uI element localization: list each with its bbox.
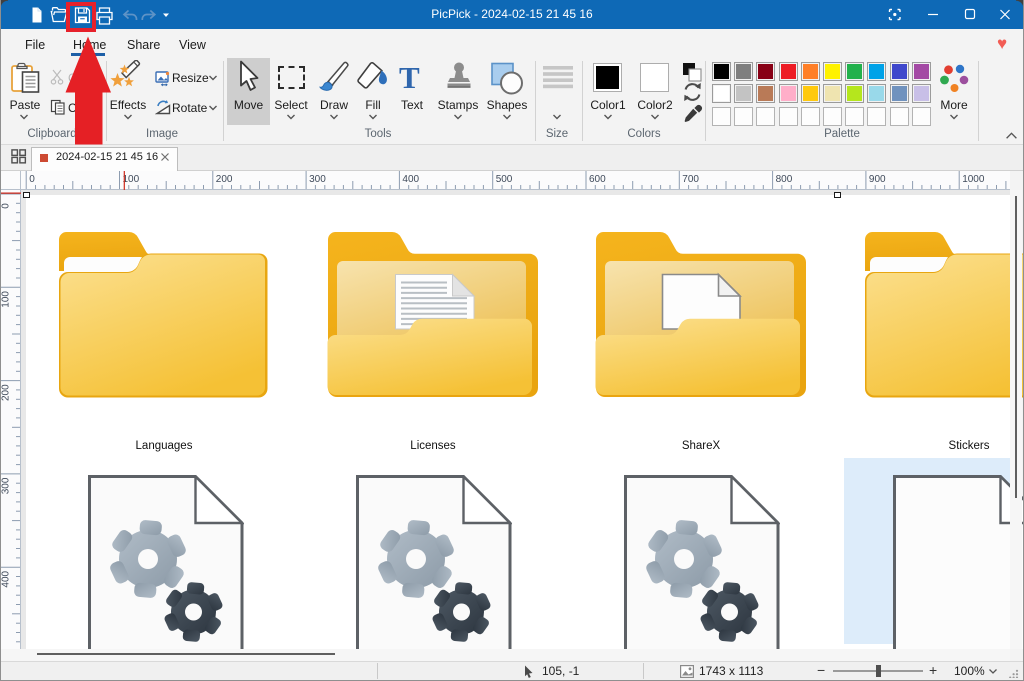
svg-text:0: 0	[1, 203, 12, 209]
svg-text:700: 700	[682, 174, 699, 185]
svg-text:200: 200	[216, 174, 233, 185]
svg-text:400: 400	[402, 174, 419, 185]
svg-text:100: 100	[123, 174, 140, 185]
svg-text:600: 600	[589, 174, 606, 185]
svg-text:0: 0	[29, 174, 35, 185]
svg-text:300: 300	[309, 174, 326, 185]
svg-text:900: 900	[869, 174, 886, 185]
svg-text:400: 400	[1, 570, 12, 587]
svg-text:1000: 1000	[962, 174, 985, 185]
svg-text:800: 800	[776, 174, 793, 185]
svg-text:500: 500	[496, 174, 513, 185]
svg-text:200: 200	[1, 384, 12, 401]
svg-text:300: 300	[1, 477, 12, 494]
svg-text:100: 100	[1, 291, 12, 308]
